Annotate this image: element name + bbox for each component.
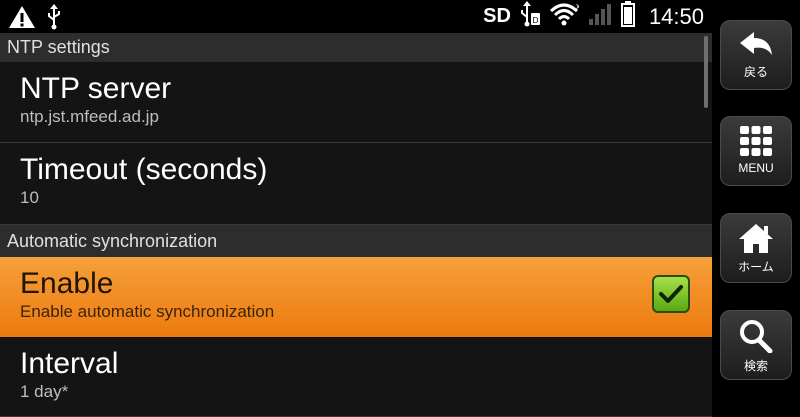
menu-label: MENU (738, 161, 774, 175)
setting-ntp-server[interactable]: NTP server ntp.jst.mfeed.ad.jp (0, 62, 712, 143)
search-button[interactable]: 検索 (720, 310, 792, 380)
check-icon (659, 285, 683, 303)
battery-icon (620, 1, 635, 32)
setting-summary: Enable automatic synchronization (20, 302, 275, 321)
setting-interval[interactable]: Interval 1 day* (0, 337, 712, 417)
setting-summary: ntp.jst.mfeed.ad.jp (20, 107, 159, 126)
usb-icon (46, 4, 62, 35)
warning-icon (8, 5, 36, 34)
setting-timeout[interactable]: Timeout (seconds) 10 (0, 143, 712, 225)
home-label: ホーム (738, 260, 774, 274)
clock: 14:50 (648, 3, 704, 29)
status-right: SD D x 14:50 (483, 0, 704, 33)
setting-enable-sync[interactable]: Enable Enable automatic synchronization (0, 257, 712, 337)
setting-title: Interval (20, 347, 119, 380)
search-icon (740, 320, 773, 353)
menu-grid-icon (740, 126, 772, 156)
section-header-auto-sync: Automatic synchronization (0, 225, 712, 257)
usb-debug-icon: D (519, 1, 541, 32)
scrollbar[interactable] (704, 36, 708, 108)
search-label: 検索 (743, 359, 768, 373)
svg-text:D: D (533, 16, 539, 25)
wifi-icon: x (549, 1, 581, 32)
section-header-ntp: NTP settings (0, 33, 712, 62)
setting-title: Enable (20, 267, 114, 300)
setting-title: NTP server (20, 72, 172, 105)
setting-title: Timeout (seconds) (20, 153, 268, 186)
status-left (8, 4, 62, 35)
status-bar: SD D x 14:50 (0, 0, 712, 33)
sd-card-label: SD (483, 5, 511, 27)
menu-button[interactable]: MENU (720, 116, 792, 186)
home-button[interactable]: ホーム (720, 213, 792, 283)
back-label: 戻る (743, 65, 768, 79)
svg-text:x: x (576, 1, 579, 11)
back-button[interactable]: 戻る (720, 20, 792, 90)
enable-sync-checkbox[interactable] (652, 275, 690, 313)
nav-column: 戻る MENU ホーム 検索 (712, 0, 800, 400)
home-icon (739, 224, 773, 253)
settings-list[interactable]: NTP settings NTP server ntp.jst.mfeed.ad… (0, 33, 712, 417)
setting-summary: 10 (20, 188, 39, 207)
signal-icon (587, 1, 613, 32)
back-arrow-icon (740, 32, 772, 55)
